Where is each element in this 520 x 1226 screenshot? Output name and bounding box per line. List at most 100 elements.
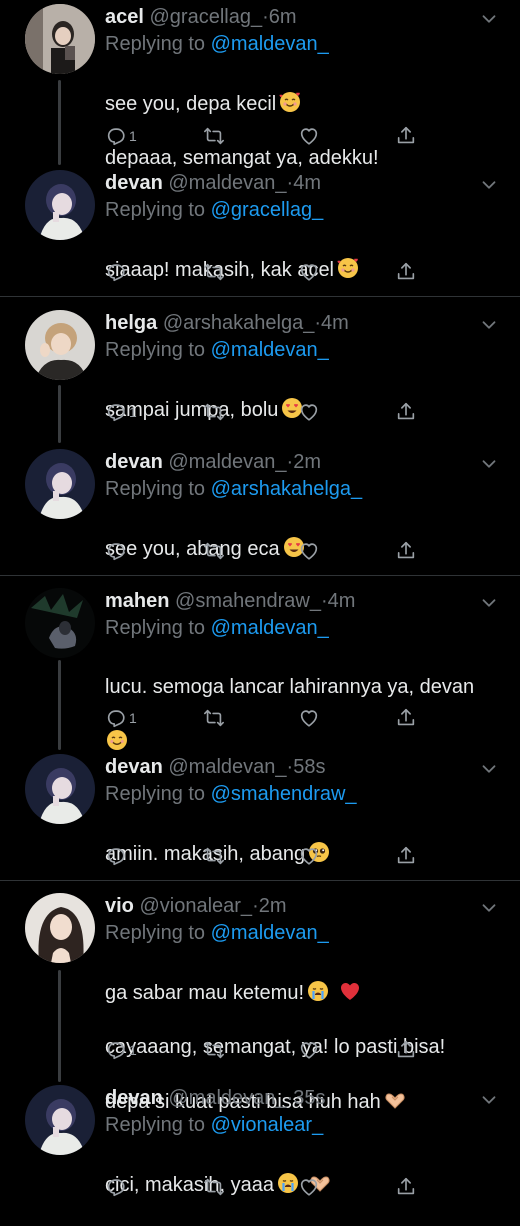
like-button[interactable] xyxy=(298,124,320,148)
avatar[interactable] xyxy=(25,1085,95,1155)
tweet-header: devan @maldevan_·58s xyxy=(105,754,325,780)
tweet[interactable]: helga @arshakahelga_·4m Replying to @mal… xyxy=(0,310,520,430)
replying-to-label: Replying to xyxy=(105,478,206,500)
display-name[interactable]: devan xyxy=(105,451,163,473)
reply-button[interactable]: 1 xyxy=(105,1038,137,1062)
display-name[interactable]: devan xyxy=(105,172,163,194)
avatar[interactable] xyxy=(25,310,95,380)
retweet-button[interactable] xyxy=(203,844,225,868)
reply-button[interactable]: 1 xyxy=(105,400,137,424)
retweet-icon xyxy=(203,261,225,283)
tweet[interactable]: devan @maldevan_·58s Replying to @smahen… xyxy=(0,754,520,874)
timestamp[interactable]: 6m xyxy=(269,6,297,28)
replying-to: Replying to @gracellag_ xyxy=(105,197,323,223)
avatar[interactable] xyxy=(25,893,95,963)
timestamp[interactable]: 2m xyxy=(293,451,321,473)
reply-button[interactable]: 1 xyxy=(105,124,137,148)
reply-button[interactable]: 1 xyxy=(105,706,137,730)
chevron-down-icon[interactable] xyxy=(478,592,500,614)
tweet[interactable]: devan @maldevan_·35s Replying to @vional… xyxy=(0,1085,520,1200)
chevron-down-icon[interactable] xyxy=(478,174,500,196)
user-handle[interactable]: @maldevan_ xyxy=(168,451,286,473)
avatar[interactable] xyxy=(25,754,95,824)
reply-icon xyxy=(105,540,127,562)
avatar[interactable] xyxy=(25,4,95,74)
timestamp[interactable]: 4m xyxy=(328,590,356,612)
share-button[interactable] xyxy=(395,706,417,730)
user-handle[interactable]: @arshakahelga_ xyxy=(163,312,315,334)
retweet-button[interactable] xyxy=(203,1175,225,1199)
timestamp[interactable]: 58s xyxy=(293,756,325,778)
retweet-button[interactable] xyxy=(203,124,225,148)
share-button[interactable] xyxy=(395,539,417,563)
mention-link[interactable]: @maldevan_ xyxy=(211,339,329,361)
avatar[interactable] xyxy=(25,449,95,519)
retweet-button[interactable] xyxy=(203,706,225,730)
chevron-down-icon[interactable] xyxy=(478,1089,500,1111)
tweet[interactable]: devan @maldevan_·2m Replying to @arshaka… xyxy=(0,449,520,569)
tweet[interactable]: devan @maldevan_·4m Replying to @gracell… xyxy=(0,170,520,290)
action-bar: 1 xyxy=(105,706,425,730)
like-button[interactable] xyxy=(298,1038,320,1062)
mention-link[interactable]: @gracellag_ xyxy=(211,199,324,221)
chevron-down-icon[interactable] xyxy=(478,453,500,475)
retweet-button[interactable] xyxy=(203,400,225,424)
user-handle[interactable]: @vionalear_ xyxy=(139,895,252,917)
display-name[interactable]: devan xyxy=(105,756,163,778)
reply-icon xyxy=(105,845,127,867)
mention-link[interactable]: @vionalear_ xyxy=(211,1114,324,1136)
reply-button[interactable] xyxy=(105,260,129,284)
action-bar: 1 xyxy=(105,1038,425,1062)
mention-link[interactable]: @maldevan_ xyxy=(211,617,329,639)
user-handle[interactable]: @gracellag_ xyxy=(150,6,263,28)
chevron-down-icon[interactable] xyxy=(478,758,500,780)
avatar[interactable] xyxy=(25,170,95,240)
like-button[interactable] xyxy=(298,539,320,563)
mention-link[interactable]: @arshakahelga_ xyxy=(211,478,363,500)
reply-button[interactable] xyxy=(105,844,129,868)
share-button[interactable] xyxy=(395,124,417,148)
avatar[interactable] xyxy=(25,588,95,658)
timestamp[interactable]: 2m xyxy=(259,895,287,917)
timestamp[interactable]: 35s xyxy=(293,1087,325,1109)
tweet-header: acel @gracellag_·6m xyxy=(105,4,297,30)
display-name[interactable]: mahen xyxy=(105,590,169,612)
like-button[interactable] xyxy=(298,706,320,730)
display-name[interactable]: acel xyxy=(105,6,144,28)
share-button[interactable] xyxy=(395,844,417,868)
like-button[interactable] xyxy=(298,1175,320,1199)
tweet[interactable]: vio @vionalear_·2m Replying to @maldevan… xyxy=(0,893,520,1113)
retweet-button[interactable] xyxy=(203,260,225,284)
tweet[interactable]: mahen @smahendraw_·4m Replying to @malde… xyxy=(0,588,520,738)
mention-link[interactable]: @maldevan_ xyxy=(211,33,329,55)
user-handle[interactable]: @maldevan_ xyxy=(168,1087,286,1109)
chevron-down-icon[interactable] xyxy=(478,314,500,336)
retweet-icon xyxy=(203,845,225,867)
replying-to-label: Replying to xyxy=(105,1114,206,1136)
user-handle[interactable]: @maldevan_ xyxy=(168,756,286,778)
user-handle[interactable]: @smahendraw_ xyxy=(175,590,321,612)
reply-button[interactable] xyxy=(105,1175,129,1199)
share-button[interactable] xyxy=(395,1175,417,1199)
share-button[interactable] xyxy=(395,400,417,424)
user-handle[interactable]: @maldevan_ xyxy=(168,172,286,194)
retweet-button[interactable] xyxy=(203,1038,225,1062)
reply-icon xyxy=(105,125,127,147)
chevron-down-icon[interactable] xyxy=(478,8,500,30)
like-button[interactable] xyxy=(298,400,320,424)
tweet[interactable]: acel @gracellag_·6m Replying to @maldeva… xyxy=(0,4,520,169)
mention-link[interactable]: @maldevan_ xyxy=(211,922,329,944)
mention-link[interactable]: @smahendraw_ xyxy=(211,783,357,805)
timestamp[interactable]: 4m xyxy=(293,172,321,194)
share-button[interactable] xyxy=(395,1038,417,1062)
timestamp[interactable]: 4m xyxy=(321,312,349,334)
reply-button[interactable] xyxy=(105,539,129,563)
chevron-down-icon[interactable] xyxy=(478,897,500,919)
display-name[interactable]: helga xyxy=(105,312,157,334)
like-button[interactable] xyxy=(298,844,320,868)
like-button[interactable] xyxy=(298,260,320,284)
display-name[interactable]: devan xyxy=(105,1087,163,1109)
retweet-button[interactable] xyxy=(203,539,225,563)
share-button[interactable] xyxy=(395,260,417,284)
display-name[interactable]: vio xyxy=(105,895,134,917)
